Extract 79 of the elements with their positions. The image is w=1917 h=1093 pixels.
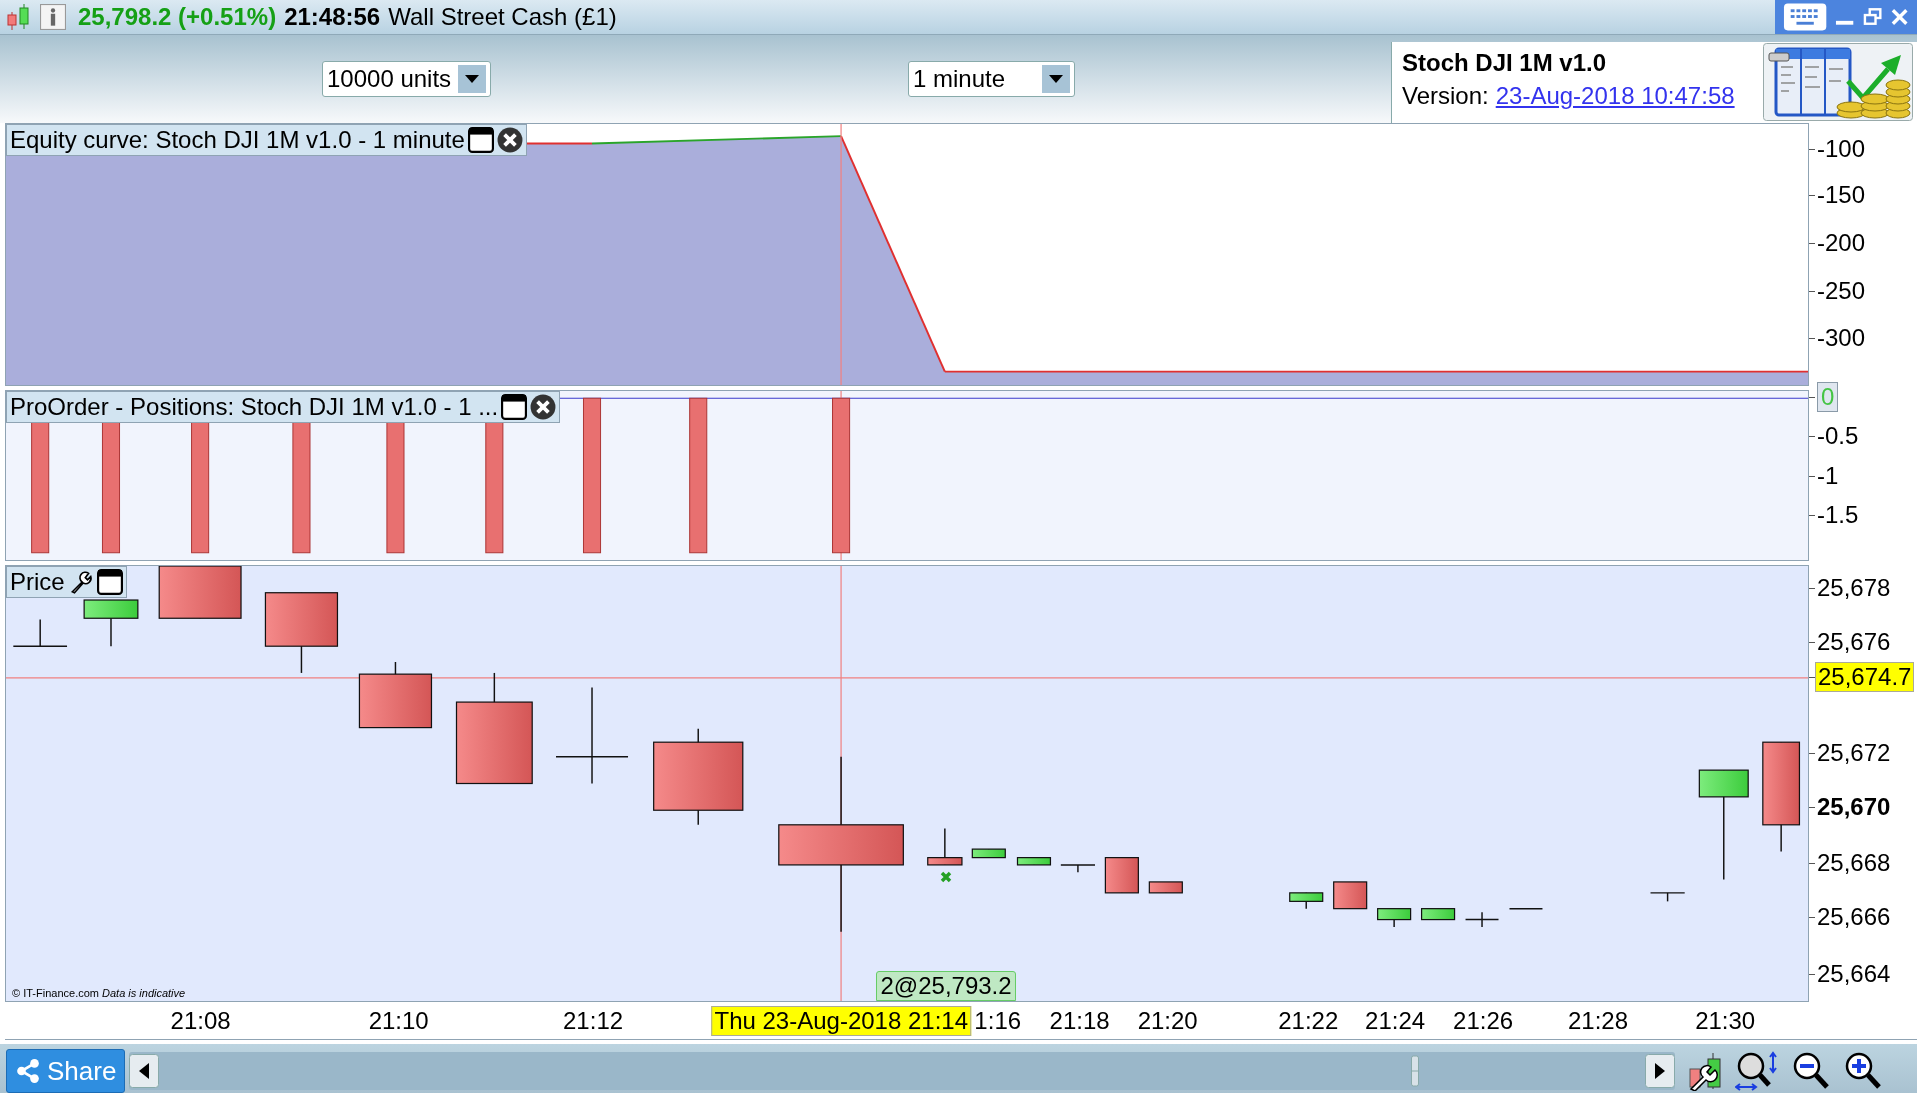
candlestick	[1464, 911, 1500, 928]
axis-label: 25,670	[1817, 792, 1891, 821]
close-icon[interactable]	[496, 127, 523, 153]
instrument-name: Wall Street Cash (£1)	[388, 3, 617, 31]
close-icon[interactable]	[530, 394, 557, 420]
axis-label: 25,672	[1817, 738, 1891, 767]
candlestick	[1333, 881, 1368, 910]
window-icon[interactable]	[467, 127, 494, 153]
version-label: Version:	[1402, 82, 1489, 110]
scroll-thumb-grip-icon[interactable]	[1411, 1054, 1420, 1088]
clock-time: 21:48:56	[284, 3, 381, 31]
candlestick	[1060, 864, 1096, 873]
wrench-candle-icon[interactable]	[1687, 1051, 1724, 1091]
zoom-fit-icon[interactable]	[1735, 1051, 1780, 1091]
cross-marker-icon	[940, 870, 953, 883]
candlestick	[1508, 907, 1544, 910]
panel-title: ProOrder - Positions: Stoch DJI 1M v1.0 - 1 ...	[10, 393, 499, 421]
price-change: 25,798.2 (+0.51%)	[78, 3, 277, 31]
window-icon[interactable]	[96, 569, 123, 595]
data-credit: © IT-Finance.com Data is indicative	[12, 987, 186, 999]
axis-label: -150	[1817, 181, 1866, 210]
window-icon[interactable]	[501, 394, 528, 420]
axis-label: -100	[1817, 134, 1866, 163]
axis-label: -300	[1817, 324, 1866, 353]
crosshair-time-tag: Thu 23-Aug-2018 21:14	[711, 1006, 971, 1036]
axis-label: -1	[1817, 461, 1839, 490]
time-label: 21:12	[563, 1007, 624, 1035]
candlestick	[1016, 856, 1052, 866]
table-chart-coins-icon[interactable]	[1763, 43, 1913, 121]
crosshair-price-tag: 25,674.7	[1815, 662, 1915, 693]
axis-label: 25,676	[1817, 627, 1891, 656]
timeframe-dropdown[interactable]: 1 minute	[908, 61, 1075, 97]
axis-label: 25,664	[1817, 959, 1891, 988]
candlestick	[971, 848, 1006, 859]
scroll-left-icon[interactable]	[129, 1054, 160, 1088]
candlestick	[1289, 892, 1324, 910]
time-label: 21:24	[1365, 1007, 1426, 1035]
zoom-in-icon[interactable]	[1843, 1051, 1884, 1091]
axis-label: 25,666	[1817, 902, 1891, 931]
axis-label: 25,668	[1817, 848, 1891, 877]
panel-title: Price	[10, 568, 65, 596]
trade-label: 2@25,793.2	[876, 971, 1016, 1001]
candlestick	[1148, 881, 1183, 894]
time-label: 21:10	[368, 1007, 429, 1035]
panel-title: Equity curve: Stoch DJI 1M v1.0 - 1 minute	[10, 126, 465, 154]
zoom-out-icon[interactable]	[1791, 1051, 1832, 1091]
candlestick	[83, 599, 139, 647]
axis-label: 25,678	[1817, 574, 1891, 603]
candlestick	[1104, 856, 1139, 894]
info-icon[interactable]	[40, 4, 66, 30]
time-label: 21:28	[1568, 1007, 1629, 1035]
axis-label: -200	[1817, 228, 1866, 257]
time-label: 21:20	[1137, 1007, 1198, 1035]
time-label: 1:16	[974, 1007, 1022, 1035]
scroll-right-icon[interactable]	[1645, 1054, 1676, 1088]
time-label: 21:30	[1695, 1007, 1756, 1035]
quantity-dropdown[interactable]: 10000 units	[322, 61, 491, 97]
time-label: 21:18	[1049, 1007, 1110, 1035]
candlestick	[12, 618, 68, 647]
time-label: 21:08	[170, 1007, 231, 1035]
horizontal-scrollbar[interactable]	[129, 1052, 1676, 1090]
caret-icon	[1042, 65, 1070, 93]
candlestick-icon	[6, 2, 32, 32]
system-name: Stoch DJI 1M v1.0	[1402, 49, 1608, 77]
axis-label: -250	[1817, 276, 1866, 305]
candlestick	[1377, 907, 1412, 928]
caret-icon	[458, 65, 486, 93]
restore-icon[interactable]	[1862, 7, 1882, 27]
candlestick	[927, 827, 963, 866]
share-icon	[15, 1058, 41, 1084]
time-label: 21:26	[1453, 1007, 1514, 1035]
axis-label: -0.5	[1817, 422, 1859, 451]
axis-label: -1.5	[1817, 500, 1859, 529]
time-label: 21:22	[1278, 1007, 1339, 1035]
current-value-tag: 0	[1817, 382, 1839, 413]
version-link[interactable]: 23-Aug-2018 10:47:58	[1495, 82, 1735, 110]
candlestick	[1649, 892, 1686, 903]
candlestick	[1421, 907, 1456, 921]
keyboard-icon[interactable]	[1783, 2, 1828, 32]
